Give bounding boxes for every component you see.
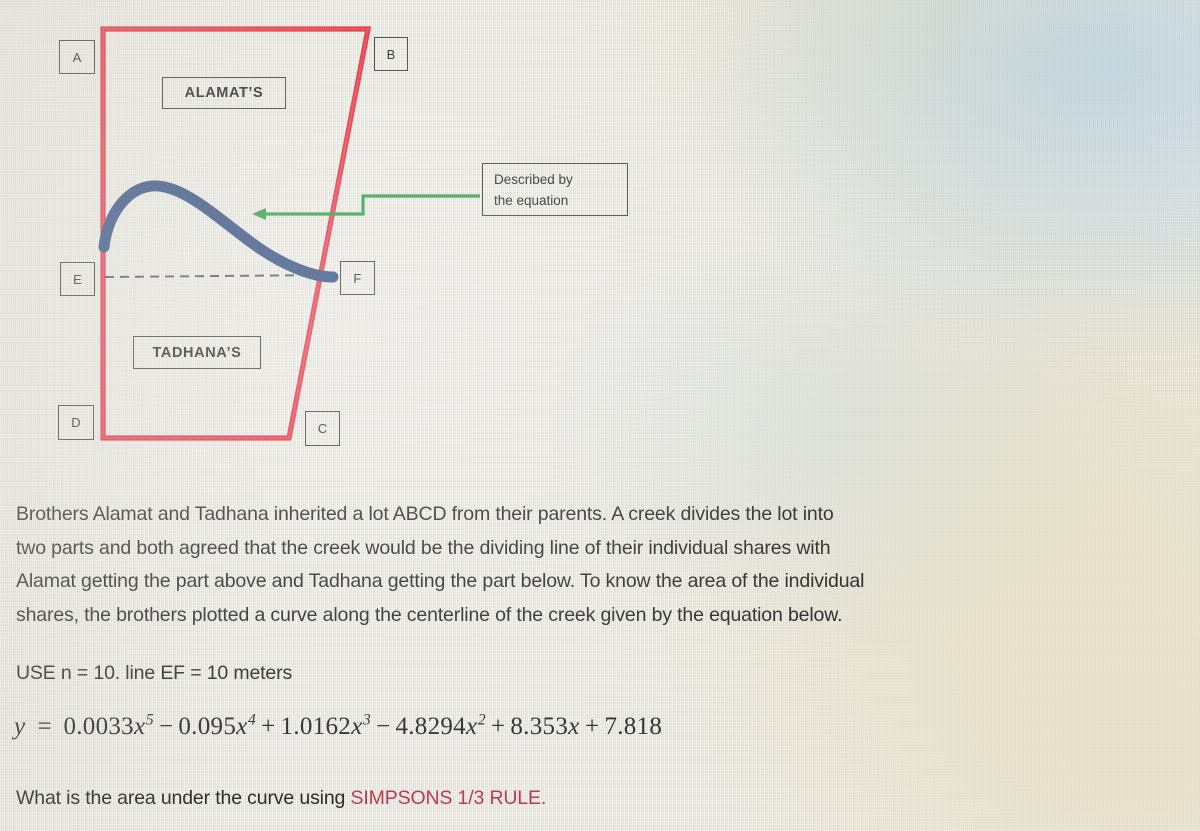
equation-operator: − xyxy=(158,713,174,740)
region-label-tadhana: TADHANA’S xyxy=(133,336,261,369)
vertex-label-e-text: E xyxy=(73,271,82,287)
vertex-label-e: E xyxy=(60,262,95,296)
problem-statement-line-2: two parts and both agreed that the creek… xyxy=(16,536,831,559)
vertex-label-f-text: F xyxy=(353,270,362,286)
problem-statement: Brothers Alamat and Tadhana inherited a … xyxy=(16,498,1176,632)
equation-coefficient: 1.0162 xyxy=(280,713,352,740)
vertex-label-b: B xyxy=(374,37,408,71)
vertex-label-f: F xyxy=(340,261,375,295)
equation-operator: − xyxy=(376,713,391,740)
region-label-alamat-text: ALAMAT’S xyxy=(184,85,264,101)
equation-variable: x xyxy=(134,713,146,740)
equation-callout-line-1: Described by xyxy=(494,172,573,187)
problem-statement-line-1: Brothers Alamat and Tadhana inherited a … xyxy=(16,503,834,525)
curve-equation: y = 0.0033x5−0.095x4 +1.0162x3−4.8294x2 +8… xyxy=(14,711,663,740)
annotation-arrow-line xyxy=(258,194,480,216)
equation-lhs: y xyxy=(14,713,26,740)
vertex-label-c-text: C xyxy=(317,421,328,436)
equation-coefficient: 0.095 xyxy=(178,713,237,740)
equation-variable: x xyxy=(351,713,363,740)
usage-parameters-line: USE n = 10. line EF = 10 meters xyxy=(16,662,293,684)
equation-callout-line-2: the equation xyxy=(494,192,569,208)
equation-variable: x xyxy=(466,713,478,740)
equation-exponent: 2 xyxy=(477,711,486,729)
vertex-label-d: D xyxy=(58,405,94,440)
equation-coefficient: 0.0033 xyxy=(63,713,134,740)
region-label-alamat: ALAMAT’S xyxy=(162,77,286,109)
equation-variable: x xyxy=(568,713,580,740)
equation-exponent: 5 xyxy=(145,711,154,729)
annotation-arrow-head xyxy=(252,208,266,220)
vertex-label-a-text: A xyxy=(72,49,82,65)
equation-terms: 0.0033x5−0.095x4 +1.0162x3−4.8294x2 +8.353… xyxy=(63,711,663,740)
vertex-label-c: C xyxy=(305,411,340,446)
lot-diagram: A B C D E F ALAMAT’S TADHANA’S Described… xyxy=(0,0,700,478)
equation-callout-box: Described by the equation xyxy=(482,163,628,216)
equation-variable: x xyxy=(236,713,248,740)
vertex-label-a: A xyxy=(59,40,95,74)
question-lead-text: What is the area under the curve using xyxy=(16,787,351,809)
equation-operator: + xyxy=(490,713,506,740)
equation-equals-sign: = xyxy=(37,713,52,740)
equation-exponent: 4 xyxy=(248,711,257,729)
equation-operator: + xyxy=(261,713,276,740)
problem-statement-line-3: Alamat getting the part above and Tadhan… xyxy=(16,570,865,592)
equation-coefficient: 8.353 xyxy=(510,713,569,740)
equation-coefficient: 7.818 xyxy=(604,713,663,740)
equation-coefficient: 4.8294 xyxy=(395,713,466,740)
question-method-accent: SIMPSONS 1/3 RULE. xyxy=(350,787,547,809)
vertex-label-b-text: B xyxy=(386,46,396,62)
vertex-label-d-text: D xyxy=(71,415,81,430)
equation-exponent: 3 xyxy=(362,711,372,729)
question-line: What is the area under the curve using S… xyxy=(16,784,546,812)
lot-diagram-svg xyxy=(98,26,480,441)
equation-operator: + xyxy=(585,713,600,740)
region-label-tadhana-text: TADHANA’S xyxy=(152,344,242,361)
creek-curve xyxy=(98,180,339,283)
problem-statement-line-4: shares, the brothers plotted a curve alo… xyxy=(16,603,843,626)
